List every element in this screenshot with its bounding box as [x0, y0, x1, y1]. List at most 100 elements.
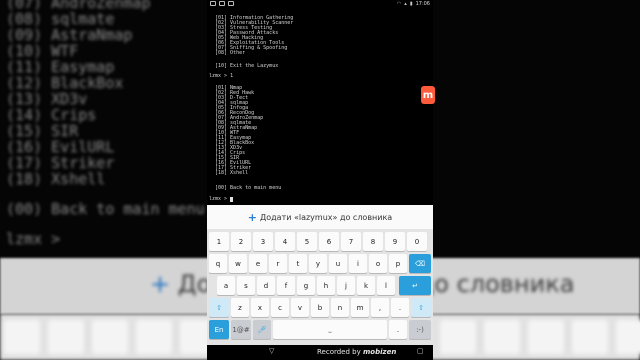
spacebar[interactable]: ⎵ — [273, 320, 387, 339]
menu-item: [08] Other — [215, 50, 246, 56]
key[interactable]: l — [377, 276, 395, 295]
notification-icon — [228, 1, 234, 6]
key[interactable]: 9 — [385, 232, 405, 251]
dictionary-suggestion[interactable]: + Додати «lazymux» до словника — [207, 205, 433, 229]
key[interactable]: x — [251, 298, 269, 317]
shift-key[interactable]: ⇧ — [209, 298, 229, 317]
tool-item: [18] Xshell — [215, 170, 249, 176]
key[interactable]: 3 — [253, 232, 273, 251]
key[interactable]: m — [351, 298, 369, 317]
key[interactable]: z — [231, 298, 249, 317]
status-bar: ◠ ▴ ▮ 17:06 — [207, 0, 433, 9]
key[interactable]: w — [229, 254, 247, 273]
suggestion-label: Додати «lazymux» до словника — [259, 212, 393, 222]
recent-apps-icon[interactable]: ▢ — [417, 347, 424, 355]
key[interactable]: u — [329, 254, 347, 273]
key[interactable]: e — [249, 254, 267, 273]
recorder-label: Recorded by — [317, 348, 361, 356]
text-cursor — [230, 197, 234, 202]
recorder-brand: mobizen — [362, 348, 397, 356]
bottom-row: En 1@# 🎤︎ ⎵ . :-) — [207, 320, 433, 339]
letter-row-1: q w e r t y u i o p ⌫ — [207, 254, 433, 273]
prompt: lzmx > — [209, 196, 231, 202]
bg-key — [4, 320, 40, 354]
key[interactable]: h — [317, 276, 335, 295]
navigation-bar: ▽ Recorded by mobizen ▢ — [207, 345, 433, 360]
space-icon: ⎵ — [328, 325, 332, 333]
bg-key — [92, 320, 128, 354]
key[interactable]: g — [297, 276, 315, 295]
key[interactable]: 0 — [407, 232, 427, 251]
key[interactable]: 7 — [341, 232, 361, 251]
comma-mark: , — [378, 303, 382, 312]
key[interactable]: o — [369, 254, 387, 273]
bg-key — [136, 320, 172, 354]
symbols-key[interactable]: 1@# — [231, 320, 251, 339]
key[interactable]: v — [291, 298, 309, 317]
key[interactable]: a — [217, 276, 235, 295]
bg-key — [48, 320, 84, 354]
key[interactable]: d — [257, 276, 275, 295]
number-row: 1 2 3 4 5 6 7 8 9 0 — [207, 232, 433, 251]
key[interactable]: p — [389, 254, 407, 273]
notification-icon — [210, 1, 216, 6]
bg-terminal-line: lzmx > — [6, 230, 70, 248]
bg-key — [528, 320, 564, 354]
terminal[interactable]: [01] Information Gathering [02] Vulnerab… — [207, 9, 433, 205]
back-icon[interactable]: ▽ — [269, 347, 274, 355]
bg-terminal-line: (00) Back to main menu — [6, 200, 205, 218]
key[interactable]: 2 — [231, 232, 251, 251]
mobizen-icon[interactable]: m — [421, 86, 435, 104]
exit-option: [10] Exit the Lazymux — [215, 63, 279, 69]
prompt: lzmx > 1 — [209, 73, 234, 79]
back-option: [00] Back to main menu — [215, 185, 282, 191]
bg-key — [616, 320, 640, 354]
enter-key[interactable]: ↵ — [399, 276, 431, 295]
key[interactable]: s — [237, 276, 255, 295]
key[interactable]: 1 — [209, 232, 229, 251]
key[interactable]: k — [357, 276, 375, 295]
key[interactable]: b — [311, 298, 329, 317]
bg-key — [440, 320, 476, 354]
period-mark: . — [396, 325, 400, 334]
enter-icon: ↵ — [412, 281, 418, 290]
notification-icon — [219, 1, 225, 6]
letter-row-3: ⇧ z x c v b n m , . ⇧ — [207, 298, 433, 317]
bg-terminal-line: (18) Xshell — [6, 170, 106, 188]
key[interactable]: . — [389, 320, 407, 339]
key[interactable]: c — [271, 298, 289, 317]
backspace-key[interactable]: ⌫ — [409, 254, 431, 273]
key[interactable]: i — [349, 254, 367, 273]
key[interactable]: 4 — [275, 232, 295, 251]
letter-row-2: a s d f g h j k l ↵ — [207, 276, 433, 295]
bg-key — [572, 320, 608, 354]
key[interactable]: 8 — [363, 232, 383, 251]
key[interactable]: t — [289, 254, 307, 273]
keyboard: 1 2 3 4 5 6 7 8 9 0 q w e r t y u i o p … — [207, 229, 433, 345]
voice-key[interactable]: 🎤︎ — [253, 320, 271, 339]
emoji-key[interactable]: :-) — [409, 320, 431, 339]
plus-icon: + — [247, 210, 257, 224]
phone-screen: ◠ ▴ ▮ 17:06 [01] Information Gathering [… — [207, 0, 433, 360]
battery-icon: ▮ — [409, 1, 413, 7]
language-key[interactable]: En — [209, 320, 229, 339]
microphone-icon: 🎤︎ — [257, 325, 267, 334]
key[interactable]: , — [371, 298, 389, 317]
key[interactable]: 5 — [297, 232, 317, 251]
key[interactable]: r — [269, 254, 287, 273]
key[interactable]: y — [309, 254, 327, 273]
recorder-watermark: Recorded by mobizen — [317, 348, 396, 356]
shift-key[interactable]: ⇧ — [411, 298, 431, 317]
bg-key — [484, 320, 520, 354]
key[interactable]: 6 — [319, 232, 339, 251]
shift-icon: ⇧ — [216, 303, 222, 312]
key[interactable]: . — [391, 298, 409, 317]
key[interactable]: f — [277, 276, 295, 295]
key[interactable]: j — [337, 276, 355, 295]
key[interactable]: n — [331, 298, 349, 317]
period-mark: . — [398, 303, 402, 312]
key[interactable]: q — [209, 254, 227, 273]
shift-icon: ⇧ — [418, 303, 424, 312]
wifi-icon: ◠ — [396, 1, 402, 7]
prompt-line: lzmx > — [209, 196, 234, 202]
